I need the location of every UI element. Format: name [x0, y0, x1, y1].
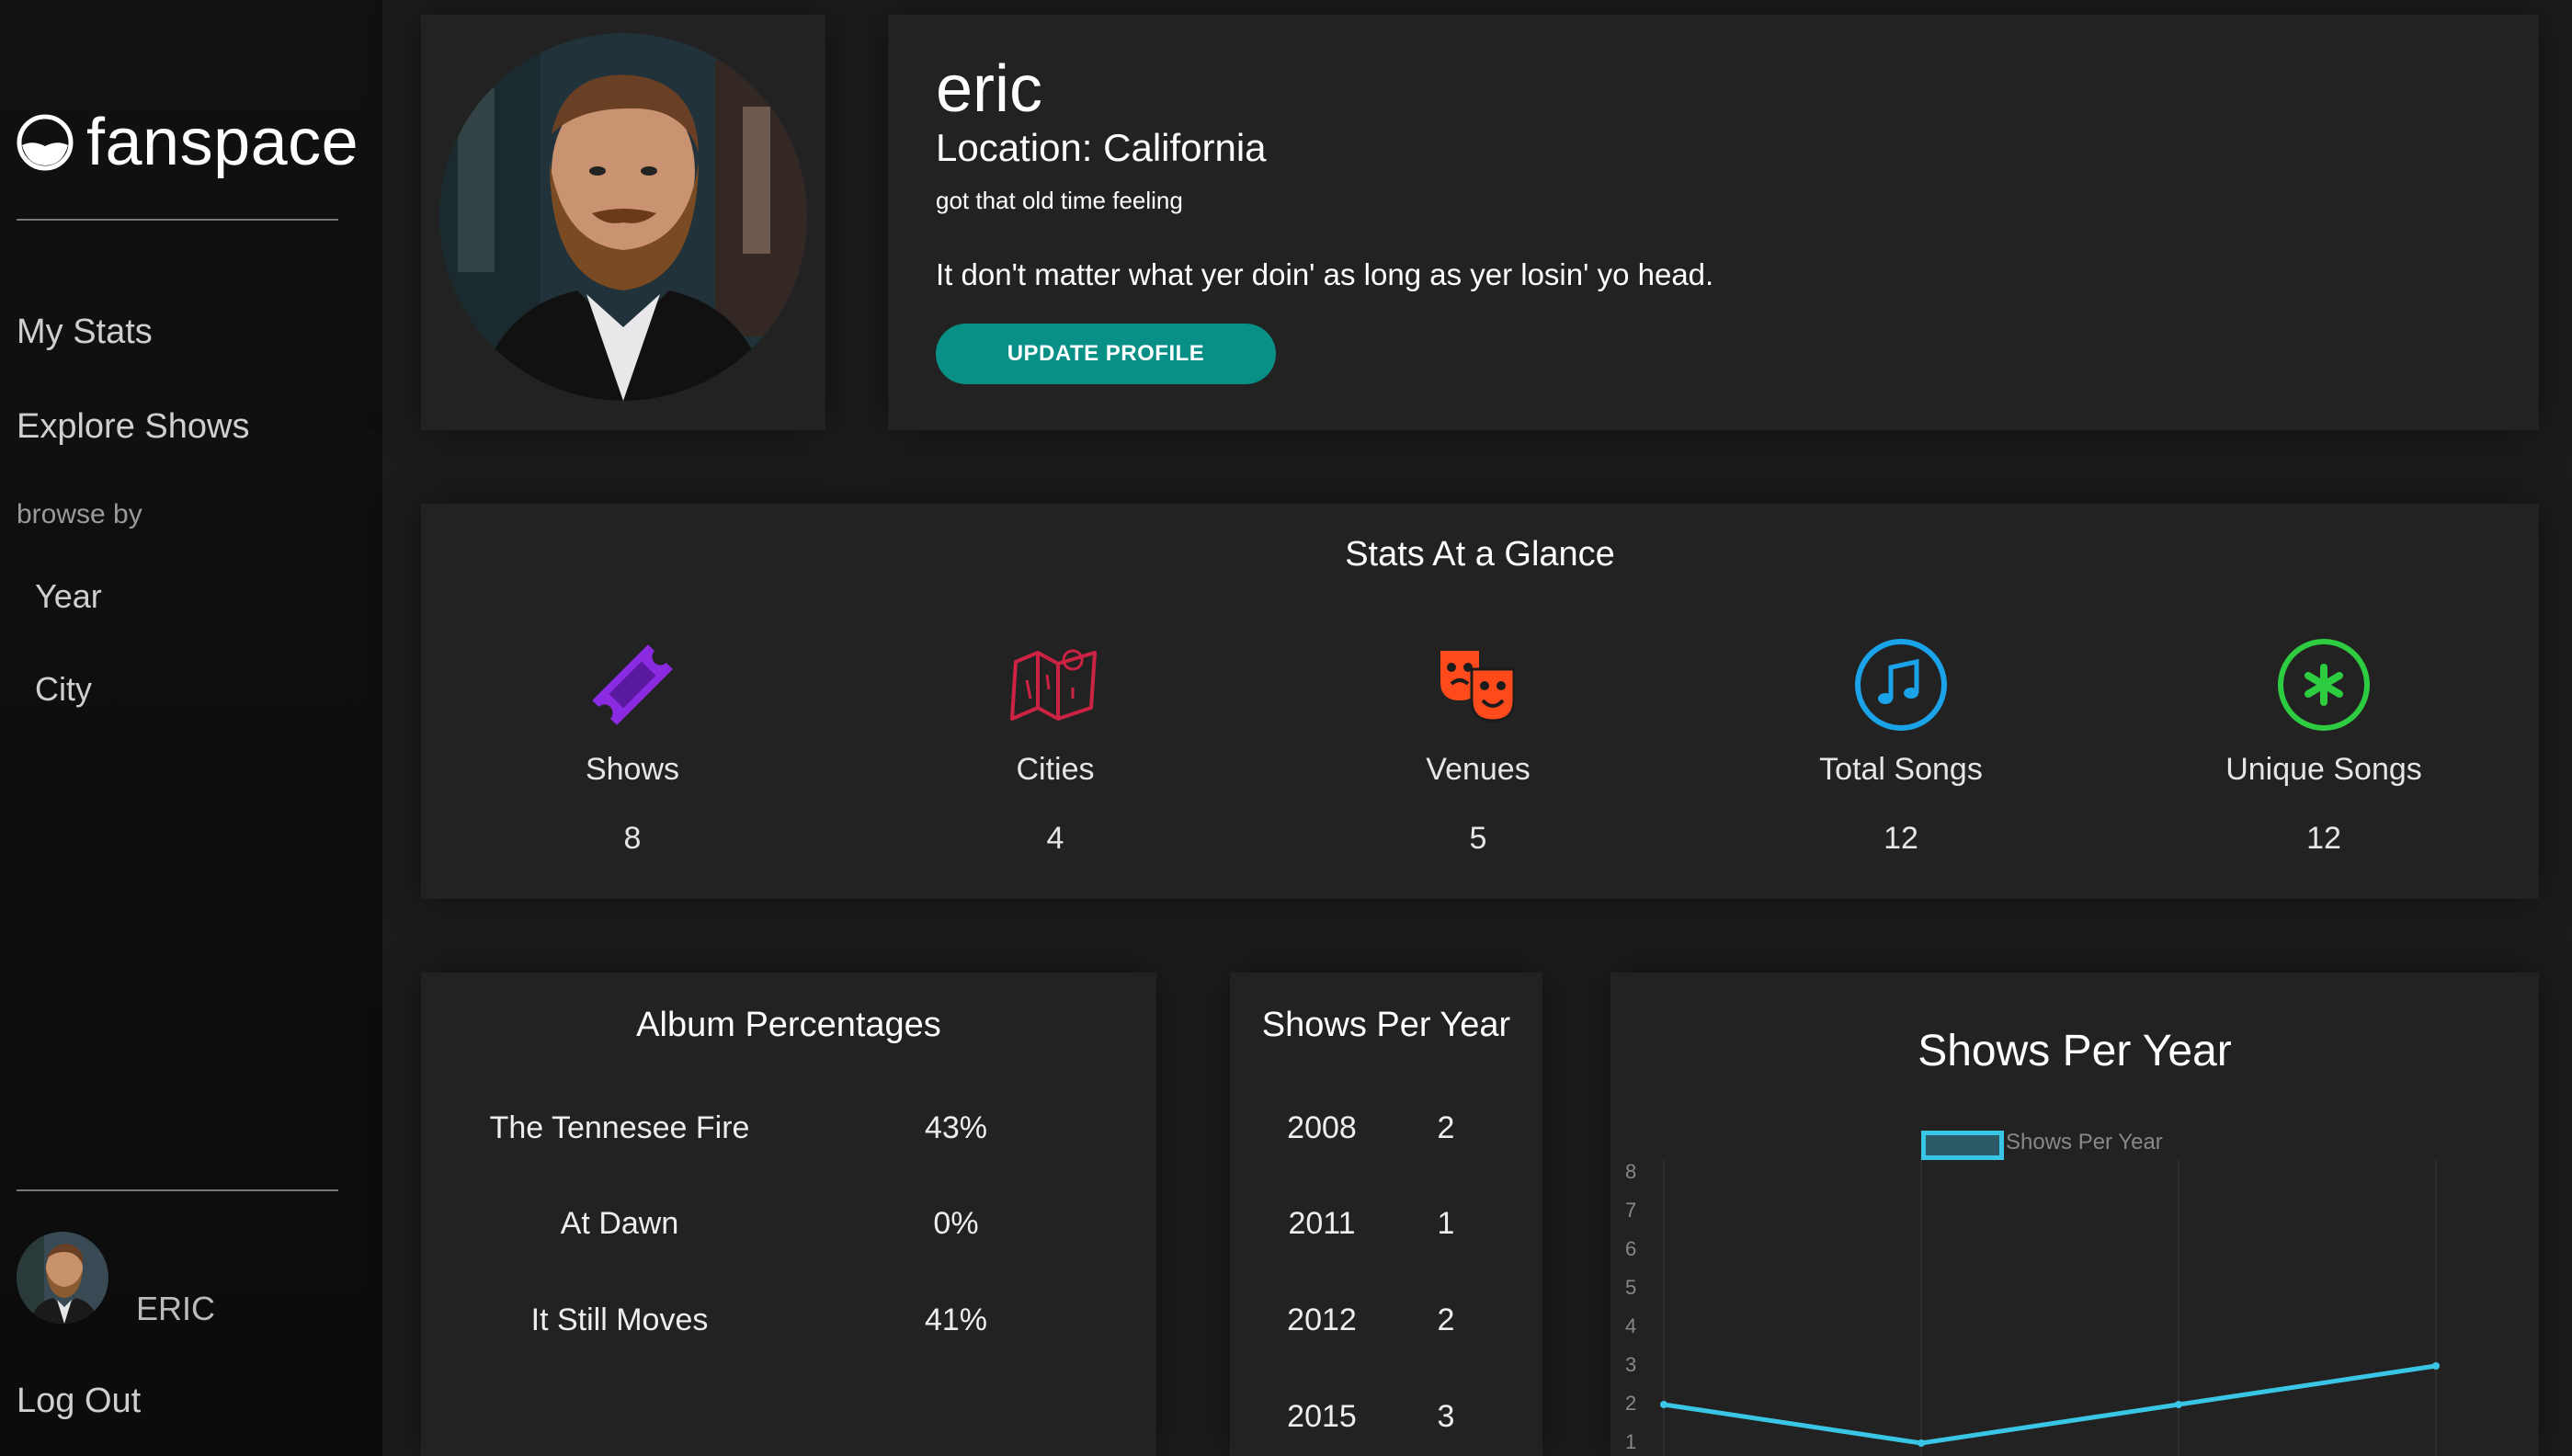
- chart-legend-label: Shows Per Year: [2006, 1130, 2163, 1155]
- stat-value: 5: [1469, 821, 1487, 856]
- series-line-shows-per-year: [1663, 1363, 2437, 1446]
- update-profile-button[interactable]: UPDATE PROFILE: [936, 324, 1276, 384]
- logout-link[interactable]: Log Out: [17, 1382, 141, 1421]
- stats-title: Stats At a Glance: [1345, 535, 1615, 574]
- avatar[interactable]: [17, 1232, 108, 1324]
- stat-label: Venues: [1426, 752, 1531, 787]
- line-chart: [1660, 1160, 2440, 1456]
- year-cell: 2008: [1287, 1110, 1357, 1145]
- stat-total-songs: Total Songs 12: [1763, 634, 2039, 857]
- theater-masks-icon: [1440, 651, 1516, 722]
- stat-shows: Shows 8: [495, 634, 770, 857]
- user-name: ERIC: [136, 1290, 216, 1327]
- profile-bio: It don't matter what yer doin' as long a…: [936, 257, 1714, 291]
- profile-tagline: got that old time feeling: [936, 187, 1183, 214]
- y-tick: 6: [1625, 1237, 1637, 1260]
- stat-label: Cities: [1016, 752, 1095, 787]
- stat-value: 12: [1883, 821, 1918, 856]
- count-cell: 2: [1437, 1110, 1455, 1145]
- data-point-2011[interactable]: [1918, 1439, 1925, 1447]
- stat-value: 8: [623, 821, 642, 856]
- count-cell: 1: [1437, 1206, 1455, 1241]
- nav-my-stats[interactable]: My Stats: [17, 313, 153, 352]
- data-point-2012[interactable]: [2175, 1401, 2182, 1408]
- nav-year[interactable]: Year: [35, 577, 102, 616]
- data-point-2015[interactable]: [2432, 1362, 2440, 1370]
- logo-text: fanspace: [86, 106, 359, 179]
- y-tick: 3: [1625, 1353, 1637, 1376]
- profile-avatar: [439, 33, 807, 401]
- y-tick: 7: [1625, 1199, 1637, 1222]
- album-pct: 41%: [924, 1302, 988, 1337]
- y-tick: 1: [1625, 1430, 1637, 1453]
- count-cell: 2: [1437, 1302, 1455, 1337]
- album-pct: 43%: [924, 1110, 988, 1145]
- y-tick: 5: [1625, 1276, 1637, 1299]
- shows-per-year-table-title: Shows Per Year: [1261, 1006, 1511, 1044]
- user-avatar-image: [17, 1232, 108, 1324]
- asterisk-icon: [2278, 639, 2370, 731]
- stat-label: Total Songs: [1819, 752, 1983, 787]
- stat-venues: Venues 5: [1340, 634, 1616, 857]
- year-cell: 2011: [1288, 1206, 1356, 1241]
- stat-value: 4: [1046, 821, 1064, 856]
- sidebar: fanspace My Stats Explore Shows browse b…: [0, 0, 382, 1456]
- sidebar-divider-top: [17, 219, 338, 221]
- count-cell: 3: [1437, 1399, 1455, 1434]
- nav-explore-shows[interactable]: Explore Shows: [17, 407, 249, 447]
- y-tick: 2: [1625, 1392, 1637, 1415]
- profile-name: eric: [936, 52, 1043, 126]
- logo-icon: [17, 114, 74, 171]
- album-name: At Dawn: [560, 1206, 679, 1241]
- stat-value: 12: [2306, 821, 2341, 856]
- stat-label: Shows: [585, 752, 680, 787]
- year-cell: 2015: [1287, 1399, 1357, 1434]
- stat-cities: Cities 4: [917, 634, 1193, 857]
- stat-label: Unique Songs: [2225, 752, 2422, 787]
- year-cell: 2012: [1287, 1302, 1357, 1337]
- browse-by-label: browse by: [17, 499, 142, 529]
- album-pct: 0%: [933, 1206, 979, 1241]
- nav-city[interactable]: City: [35, 670, 92, 709]
- chart-title: Shows Per Year: [1918, 1027, 2232, 1075]
- stat-unique-songs: Unique Songs 12: [2186, 634, 2462, 857]
- music-note-icon: [1855, 639, 1947, 731]
- album-name: It Still Moves: [530, 1302, 709, 1337]
- ticket-icon: [592, 644, 673, 725]
- profile-location: Location: California: [936, 126, 1267, 169]
- map-icon: [1010, 649, 1097, 721]
- sidebar-divider-bottom: [17, 1189, 338, 1191]
- data-point-2008[interactable]: [1660, 1401, 1667, 1408]
- logo[interactable]: fanspace: [17, 101, 358, 184]
- album-percentages-title: Album Percentages: [636, 1006, 941, 1044]
- chart-legend-swatch[interactable]: [1921, 1131, 2004, 1160]
- profile-photo: [439, 33, 807, 401]
- album-name: The Tennesee Fire: [489, 1110, 750, 1145]
- y-tick: 8: [1625, 1160, 1637, 1183]
- y-tick: 4: [1625, 1314, 1637, 1337]
